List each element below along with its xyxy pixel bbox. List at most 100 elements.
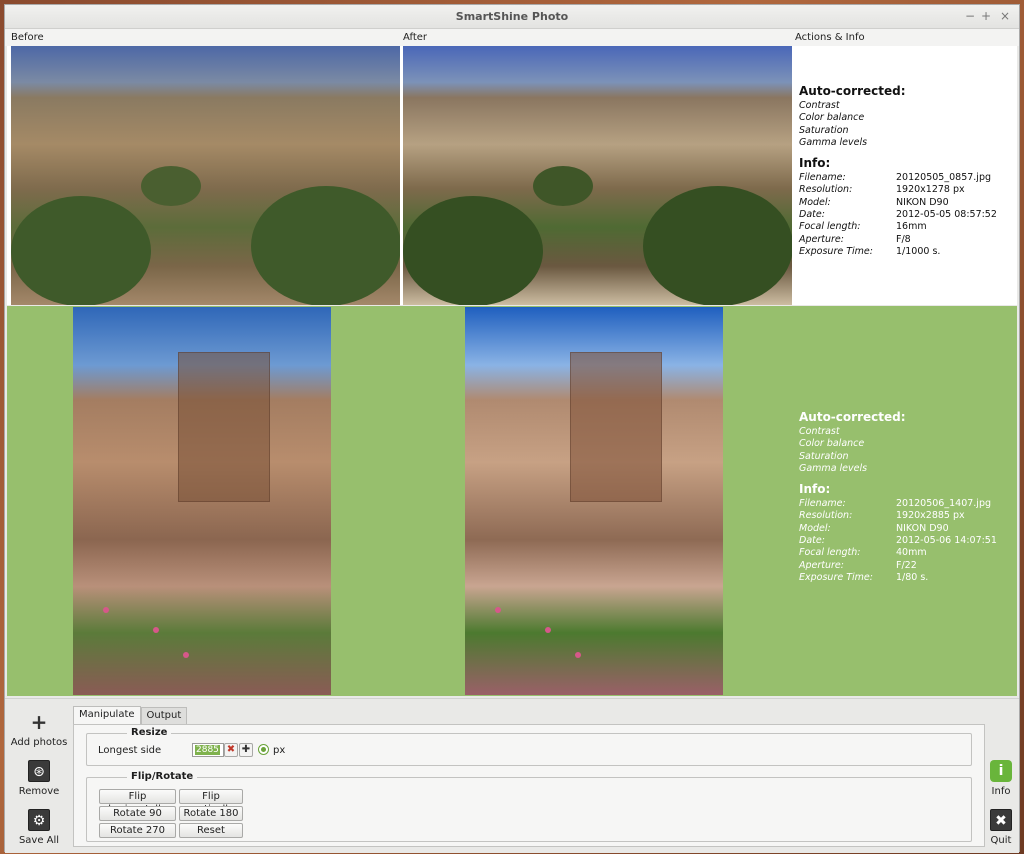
- manipulate-panel: Resize Longest side 2885 ✖ ✚ px Flip/Rot…: [73, 724, 985, 847]
- info-value: 2012-05-05 08:57:52: [896, 209, 997, 221]
- info-row: Focal length: 40mm: [799, 547, 997, 559]
- info-value: 40mm: [896, 547, 927, 559]
- resize-legend: Resize: [127, 727, 172, 738]
- bush-shape: [11, 196, 151, 305]
- tab-manipulate[interactable]: Manipulate: [73, 706, 141, 725]
- bush-shape: [643, 186, 792, 305]
- longest-side-input[interactable]: 2885: [192, 743, 224, 757]
- flower-shape: [495, 607, 501, 613]
- add-photos-button[interactable]: + Add photos: [9, 711, 69, 748]
- remove-button[interactable]: ⊛ Remove: [9, 760, 69, 797]
- save-all-button[interactable]: ⚙ Save All: [9, 809, 69, 846]
- flower-shape: [103, 607, 109, 613]
- gear-icon: ⚙: [28, 809, 50, 831]
- info-value: NIKON D90: [896, 196, 949, 208]
- correction-item: Color balance: [799, 438, 865, 450]
- info-key: Date:: [799, 535, 825, 547]
- info-value: F/22: [896, 559, 917, 571]
- info-value: 20120506_1407.jpg: [896, 498, 991, 510]
- info-key: Date:: [799, 209, 825, 221]
- flip-horizontally-button[interactable]: Flip horizontally: [99, 789, 176, 815]
- rotate-270-button[interactable]: Rotate 270: [99, 823, 176, 838]
- add-size-button[interactable]: ✚: [239, 743, 253, 757]
- info-row: Filename: 20120506_1407.jpg: [799, 498, 997, 510]
- flip-rotate-legend: Flip/Rotate: [127, 771, 198, 782]
- flower-shape: [575, 652, 581, 658]
- info-value: F/8: [896, 233, 911, 245]
- tab-bar: Manipulate Output: [73, 706, 188, 725]
- info-button[interactable]: i Info: [971, 760, 1024, 797]
- close-window-button[interactable]: ×: [998, 9, 1012, 23]
- close-icon: ✖: [990, 809, 1012, 831]
- info-row: Exposure Time: 1/80 s.: [799, 572, 997, 584]
- info-key: Filename:: [799, 172, 846, 184]
- info-row: Aperture: F/22: [799, 560, 997, 572]
- photo-row-1[interactable]: Auto-corrected: Contrast Color balance S…: [7, 46, 1017, 305]
- correction-item: Gamma levels: [799, 462, 868, 474]
- info-key: Focal length:: [799, 547, 861, 559]
- correction-item: Contrast: [799, 100, 840, 111]
- auto-corrected-heading: Auto-corrected:: [799, 84, 906, 98]
- quit-button[interactable]: ✖ Quit: [971, 809, 1024, 846]
- info-row: Date: 2012-05-06 14:07:51: [799, 535, 997, 547]
- photo-row-2-selected[interactable]: Auto-corrected: Contrast Color balance S…: [7, 306, 1017, 696]
- flower-shape: [153, 627, 159, 633]
- px-unit-radio[interactable]: [258, 744, 269, 755]
- column-header-actions[interactable]: Actions & Info: [795, 32, 865, 43]
- info-row: Resolution: 1920x1278 px: [799, 184, 997, 196]
- minimize-button[interactable]: −: [963, 9, 977, 23]
- add-photos-label: Add photos: [10, 737, 68, 748]
- info-icon: i: [990, 760, 1012, 782]
- reset-button[interactable]: Reset: [179, 823, 243, 838]
- window-title: SmartShine Photo: [455, 10, 569, 23]
- correction-item: Saturation: [799, 124, 849, 136]
- clear-size-button[interactable]: ✖: [224, 743, 238, 757]
- tab-output[interactable]: Output: [140, 707, 188, 725]
- flip-rotate-group: Flip/Rotate Flip horizontally Flip verti…: [86, 771, 972, 842]
- info-value: NIKON D90: [896, 522, 949, 534]
- bush-shape: [533, 166, 593, 206]
- info-key: Resolution:: [799, 510, 853, 522]
- flower-shape: [545, 627, 551, 633]
- photo-info-panel-1: Auto-corrected: Contrast Color balance S…: [799, 84, 1014, 258]
- column-header-before[interactable]: Before: [11, 32, 44, 43]
- info-row: Exposure Time: 1/1000 s.: [799, 246, 997, 258]
- app-window: SmartShine Photo − + × Before After Acti…: [4, 4, 1020, 853]
- info-label: Info: [991, 786, 1011, 797]
- info-key: Exposure Time:: [799, 245, 873, 257]
- longest-side-label: Longest side: [98, 745, 162, 756]
- bottom-panel: + Add photos ⊛ Remove ⚙ Save All Manipul…: [5, 698, 1019, 853]
- column-header-after[interactable]: After: [403, 32, 427, 43]
- info-key: Model:: [799, 522, 831, 534]
- info-heading: Info:: [799, 156, 831, 171]
- title-bar[interactable]: SmartShine Photo − + ×: [5, 5, 1019, 29]
- info-value: 1920x2885 px: [896, 510, 965, 522]
- rotate-180-button[interactable]: Rotate 180: [179, 806, 243, 821]
- plus-icon: +: [30, 710, 48, 734]
- before-image: [11, 46, 400, 305]
- info-value: 1/80 s.: [896, 571, 929, 583]
- column-headers: Before After Actions & Info: [5, 29, 1019, 46]
- info-key: Focal length:: [799, 221, 861, 233]
- info-heading: Info:: [799, 482, 831, 497]
- correction-item: Contrast: [799, 426, 840, 437]
- remove-label: Remove: [18, 786, 60, 797]
- info-row: Date: 2012-05-05 08:57:52: [799, 209, 997, 221]
- info-value: 1920x1278 px: [896, 184, 965, 196]
- save-all-label: Save All: [18, 835, 60, 846]
- px-unit-label: px: [273, 745, 286, 756]
- before-image: [73, 307, 331, 695]
- info-key: Aperture:: [799, 233, 844, 245]
- photo-info-panel-2: Auto-corrected: Contrast Color balance S…: [799, 410, 1014, 584]
- info-value: 1/1000 s.: [896, 245, 941, 257]
- info-row: Aperture: F/8: [799, 234, 997, 246]
- correction-item: Saturation: [799, 450, 849, 462]
- info-key: Exposure Time:: [799, 571, 873, 583]
- flip-vertically-button[interactable]: Flip vertically: [179, 789, 243, 815]
- info-key: Aperture:: [799, 559, 844, 571]
- maximize-button[interactable]: +: [979, 9, 993, 23]
- rotate-90-button[interactable]: Rotate 90: [99, 806, 176, 821]
- info-value: 2012-05-06 14:07:51: [896, 535, 997, 547]
- info-value: 16mm: [896, 221, 927, 233]
- info-row: Resolution: 1920x2885 px: [799, 510, 997, 522]
